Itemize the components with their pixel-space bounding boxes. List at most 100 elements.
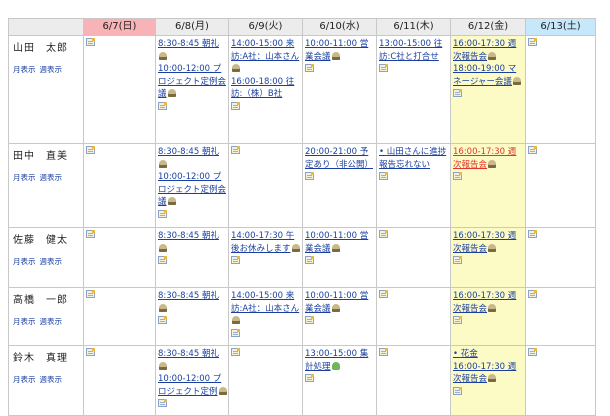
day-cell[interactable] — [376, 345, 451, 416]
add-note-icon[interactable] — [379, 64, 388, 72]
month-view-link[interactable]: 月表示 — [13, 65, 36, 74]
day-cell[interactable]: 13:00-15:00 往訪:C社と打合せ — [376, 35, 451, 144]
week-view-link[interactable]: 週表示 — [40, 317, 63, 326]
schedule-event[interactable]: 16:00-17:30 週次報告会 — [453, 361, 524, 386]
schedule-event[interactable]: 8:30-8:45 朝礼 — [158, 146, 227, 171]
add-note-icon[interactable] — [305, 172, 314, 180]
day-cell[interactable]: 13:00-15:00 集計処理 — [302, 345, 377, 416]
day-cell[interactable] — [83, 35, 156, 144]
day-cell[interactable] — [228, 143, 303, 228]
schedule-event[interactable]: 14:00-17:30 午後お休みします — [231, 230, 301, 255]
add-note-icon[interactable] — [528, 290, 537, 298]
schedule-event[interactable]: • 山田さんに進捗報告忘れない — [379, 146, 449, 171]
add-note-icon[interactable] — [86, 146, 95, 154]
schedule-event[interactable]: 16:00-17:30 週次報告会 — [453, 38, 524, 63]
add-note-icon[interactable] — [231, 101, 240, 110]
add-note-icon[interactable] — [453, 256, 462, 264]
add-note-icon[interactable] — [86, 348, 95, 356]
day-cell[interactable]: 8:30-8:45 朝礼 10:00-12:00 プロジェクト定例会議 — [155, 143, 229, 228]
add-note-icon[interactable] — [379, 348, 388, 356]
schedule-event[interactable]: 16:00-17:30 週次報告会 — [453, 146, 524, 171]
day-cell[interactable]: 8:30-8:45 朝礼 10:00-12:00 プロジェクト定例 — [155, 345, 229, 416]
schedule-event[interactable]: • 花金 — [453, 348, 524, 361]
day-cell[interactable] — [376, 227, 451, 288]
day-cell[interactable]: • 山田さんに進捗報告忘れない — [376, 143, 451, 228]
schedule-event[interactable]: 13:00-15:00 往訪:C社と打合せ — [379, 38, 449, 63]
schedule-event[interactable]: 10:00-11:00 営業会議 — [305, 38, 375, 63]
schedule-event[interactable]: 13:00-15:00 集計処理 — [305, 348, 375, 373]
add-note-icon[interactable] — [231, 328, 240, 337]
schedule-event[interactable]: 18:00-19:00 マネージャー会議 — [453, 63, 524, 88]
day-cell[interactable]: 10:00-11:00 営業会議 — [302, 287, 377, 346]
schedule-event[interactable]: 8:30-8:45 朝礼 — [158, 348, 227, 373]
day-cell[interactable] — [83, 143, 156, 228]
add-note-icon[interactable] — [453, 386, 462, 395]
week-view-link[interactable]: 週表示 — [40, 375, 63, 384]
day-cell[interactable] — [376, 287, 451, 346]
add-note-icon[interactable] — [158, 256, 167, 264]
day-cell[interactable] — [525, 227, 596, 288]
add-note-icon[interactable] — [158, 209, 167, 218]
day-cell[interactable]: • 花金 16:00-17:30 週次報告会 — [450, 345, 526, 416]
add-note-icon[interactable] — [453, 316, 462, 324]
add-note-icon[interactable] — [86, 38, 95, 46]
day-cell[interactable] — [525, 143, 596, 228]
day-cell[interactable]: 8:30-8:45 朝礼 10:00-12:00 プロジェクト定例会議 — [155, 35, 229, 144]
add-note-icon[interactable] — [379, 290, 388, 298]
day-cell[interactable] — [525, 287, 596, 346]
month-view-link[interactable]: 月表示 — [13, 375, 36, 384]
schedule-event[interactable]: 16:00-18:00 往訪:（株）B社 — [231, 76, 301, 101]
week-view-link[interactable]: 週表示 — [40, 173, 63, 182]
add-note-icon[interactable] — [305, 256, 314, 264]
schedule-event[interactable]: 8:30-8:45 朝礼 — [158, 230, 227, 255]
day-cell[interactable] — [525, 35, 596, 144]
add-note-icon[interactable] — [231, 256, 240, 264]
add-note-icon[interactable] — [305, 374, 314, 382]
add-note-icon[interactable] — [528, 230, 537, 238]
month-view-link[interactable]: 月表示 — [13, 317, 36, 326]
day-cell[interactable]: 16:00-17:30 週次報告会 — [450, 227, 526, 288]
day-cell[interactable]: 10:00-11:00 営業会議 — [302, 227, 377, 288]
add-note-icon[interactable] — [453, 89, 462, 97]
day-cell[interactable] — [83, 345, 156, 416]
schedule-event[interactable]: 16:00-17:30 週次報告会 — [453, 230, 524, 255]
schedule-event[interactable]: 8:30-8:45 朝礼 — [158, 38, 227, 63]
add-note-icon[interactable] — [379, 172, 388, 180]
day-cell[interactable] — [83, 227, 156, 288]
add-note-icon[interactable] — [453, 172, 462, 180]
day-cell[interactable] — [83, 287, 156, 346]
schedule-event[interactable]: 14:00-15:00 来訪:A社：山本さん — [231, 38, 301, 76]
day-cell[interactable]: 16:00-17:30 週次報告会 — [450, 143, 526, 228]
schedule-event[interactable]: 14:00-15:00 来訪:A社：山本さん — [231, 290, 301, 328]
add-note-icon[interactable] — [231, 348, 240, 356]
day-cell[interactable]: 14:00-17:30 午後お休みします — [228, 227, 303, 288]
add-note-icon[interactable] — [158, 101, 167, 110]
add-note-icon[interactable] — [231, 146, 240, 154]
week-view-link[interactable]: 週表示 — [40, 65, 63, 74]
add-note-icon[interactable] — [86, 230, 95, 238]
schedule-event[interactable]: 20:00-21:00 予定あり（非公開） — [305, 146, 375, 171]
schedule-event[interactable]: 10:00-12:00 プロジェクト定例会議 — [158, 171, 227, 209]
add-note-icon[interactable] — [158, 399, 167, 407]
day-cell[interactable]: 10:00-11:00 営業会議 — [302, 35, 377, 144]
add-note-icon[interactable] — [528, 348, 537, 356]
add-note-icon[interactable] — [379, 230, 388, 238]
schedule-event[interactable]: 8:30-8:45 朝礼 — [158, 290, 227, 315]
day-cell[interactable]: 16:00-17:30 週次報告会 18:00-19:00 マネージャー会議 — [450, 35, 526, 144]
day-cell[interactable]: 20:00-21:00 予定あり（非公開） — [302, 143, 377, 228]
schedule-event[interactable]: 10:00-12:00 プロジェクト定例 — [158, 373, 227, 398]
month-view-link[interactable]: 月表示 — [13, 257, 36, 266]
add-note-icon[interactable] — [305, 316, 314, 324]
month-view-link[interactable]: 月表示 — [13, 173, 36, 182]
add-note-icon[interactable] — [86, 290, 95, 298]
week-view-link[interactable]: 週表示 — [40, 257, 63, 266]
day-cell[interactable]: 16:00-17:30 週次報告会 — [450, 287, 526, 346]
schedule-event[interactable]: 10:00-11:00 営業会議 — [305, 230, 375, 255]
day-cell[interactable]: 8:30-8:45 朝礼 — [155, 287, 229, 346]
schedule-event[interactable]: 16:00-17:30 週次報告会 — [453, 290, 524, 315]
add-note-icon[interactable] — [305, 64, 314, 72]
day-cell[interactable] — [228, 345, 303, 416]
day-cell[interactable]: 14:00-15:00 来訪:A社：山本さん 16:00-18:00 往訪:（株）… — [228, 35, 303, 144]
add-note-icon[interactable] — [528, 38, 537, 46]
add-note-icon[interactable] — [158, 316, 167, 324]
